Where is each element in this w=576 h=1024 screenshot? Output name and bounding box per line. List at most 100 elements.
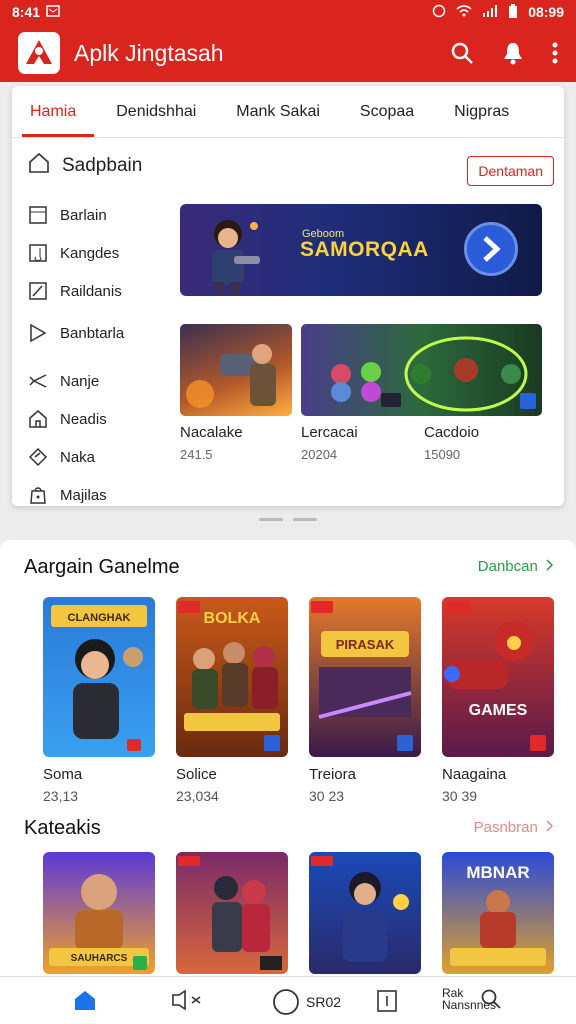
- app-title: Aplk Jingtasah: [74, 39, 224, 66]
- hero-illustration: [212, 220, 260, 296]
- game-card-1[interactable]: CLANGHAK: [43, 597, 155, 757]
- dentaman-button[interactable]: Dentaman: [467, 156, 554, 186]
- sidebar-item-raildanis[interactable]: Raildanis: [28, 272, 178, 310]
- game-art: [311, 856, 409, 962]
- banner-title: SAMORQAA: [300, 238, 429, 261]
- sidebar-item-label: Kangdes: [60, 244, 120, 262]
- status-time: 8:41: [12, 4, 41, 20]
- flag-icon: [30, 323, 47, 343]
- sidebar-item-label: Majilas: [60, 486, 107, 504]
- sidebar-item-nanje[interactable]: Nanje: [28, 362, 178, 400]
- nav-home[interactable]: [74, 989, 96, 1011]
- page-indicator-2: [293, 518, 317, 521]
- bottom-nav: SR02 Rak Nansnnes: [0, 976, 576, 1024]
- sidebar-item-barlain[interactable]: Barlain: [28, 196, 178, 234]
- bag-icon: [30, 487, 46, 504]
- game-name-2: Solice: [176, 766, 217, 783]
- app-bar: Aplk Jingtasah: [0, 24, 576, 82]
- game-art: SAUHARCS: [49, 874, 149, 970]
- arrow-icon: [29, 374, 47, 388]
- status-clock: 08:99: [528, 4, 564, 20]
- page-indicator-1: [259, 518, 283, 521]
- sidebar-item-majilas[interactable]: Majilas: [28, 476, 178, 506]
- section-link-1[interactable]: Danbcan: [478, 558, 554, 575]
- game-art: BOLKA: [178, 601, 280, 751]
- nav-share[interactable]: [170, 989, 206, 1011]
- game-card-2[interactable]: BOLKA: [176, 597, 288, 757]
- tab-denidshhai[interactable]: Denidshhai: [106, 86, 206, 137]
- game-card-6[interactable]: [176, 852, 288, 974]
- sidebar-item-naka[interactable]: Naka: [28, 438, 178, 476]
- book-icon: [377, 990, 397, 1012]
- game-card-5[interactable]: SAUHARCS: [43, 852, 155, 974]
- search-icon: [481, 989, 501, 1009]
- sidebar-item-label: Neadis: [60, 410, 107, 428]
- sidebar-item-banbtarla[interactable]: Banbtarla: [28, 314, 178, 352]
- nav-library[interactable]: [376, 989, 398, 1013]
- tab-nigpras[interactable]: Nigpras: [444, 86, 519, 137]
- sidebar-item-label: Barlain: [60, 206, 107, 224]
- featured-name-2: Lercacai: [301, 424, 358, 441]
- promo-banner[interactable]: Geboom SAMORQAA: [180, 204, 542, 296]
- section-link-label: Danbcan: [477, 558, 538, 575]
- games-section: Aargain Ganelme Danbcan CLANGHAK BOLKA P…: [0, 540, 576, 980]
- game-art: [186, 344, 276, 408]
- section-title-1: Aargain Ganelme: [24, 556, 180, 578]
- nav-play-label: SR02: [306, 994, 342, 1010]
- game-count-1: 23,13: [43, 788, 79, 804]
- game-card-7[interactable]: [309, 852, 421, 974]
- game-count-4: 30 39: [442, 788, 478, 804]
- banner-next-button[interactable]: [464, 222, 518, 276]
- game-art: GAMES: [444, 601, 546, 751]
- share-icon: [172, 989, 201, 1011]
- nav-search[interactable]: Rak Nansnnes: [442, 987, 502, 1011]
- featured-thumb-2[interactable]: [301, 324, 542, 416]
- tab-hamia[interactable]: Hamia: [20, 86, 95, 137]
- section-title-2: Kateakis: [24, 817, 101, 839]
- status-bar: 8:41 08:99: [0, 0, 576, 24]
- battery-icon: [508, 3, 518, 21]
- featured-count-2: 20204: [301, 447, 338, 462]
- sidebar-item-label: Nanje: [60, 372, 100, 390]
- tab-scopaa[interactable]: Scopaa: [350, 86, 424, 137]
- chevron-right-icon: [546, 820, 554, 832]
- signal-icon: [482, 4, 498, 20]
- home-icon: [75, 991, 95, 1010]
- game-card-3[interactable]: PIRASAK: [309, 597, 421, 757]
- nav-play[interactable]: SR02: [272, 988, 341, 1016]
- art-title: PIRASAK: [336, 637, 395, 652]
- sidebar-heading: Sadpbain: [28, 152, 142, 180]
- game-count-2: 23,034: [176, 788, 219, 804]
- sidebar-item-label: Banbtarla: [60, 324, 125, 342]
- game-card-4[interactable]: GAMES: [442, 597, 554, 757]
- game-art: MBNAR: [450, 863, 546, 966]
- house-icon: [29, 410, 47, 428]
- featured-count-1: 241.5: [180, 447, 213, 462]
- music-icon: [29, 244, 47, 262]
- game-card-8[interactable]: MBNAR: [442, 852, 554, 974]
- more-vert-icon[interactable]: [552, 42, 558, 64]
- game-name-1: Soma: [43, 766, 83, 783]
- notification-icon: [46, 4, 60, 20]
- game-name-3: Treiora: [309, 766, 356, 783]
- bell-icon[interactable]: [502, 41, 524, 65]
- chevron-right-icon: [483, 236, 501, 262]
- art-title: GAMES: [469, 702, 528, 719]
- tab-mank-sakai[interactable]: Mank Sakai: [226, 86, 330, 137]
- art-title: CLANGHAK: [68, 612, 131, 624]
- art-title: SAUHARCS: [71, 953, 128, 964]
- app-logo: [18, 32, 60, 74]
- section-link-label: Pasnbran: [473, 819, 538, 836]
- art-title: BOLKA: [204, 610, 261, 627]
- section-link-2[interactable]: Pasnbran: [474, 819, 554, 836]
- pen-icon: [29, 282, 47, 300]
- game-art: CLANGHAK: [51, 605, 147, 751]
- sidebar-item-kangdes[interactable]: Kangdes: [28, 234, 178, 272]
- sidebar-item-neadis[interactable]: Neadis: [28, 400, 178, 438]
- game-art: PIRASAK: [311, 601, 413, 751]
- featured-count-3: 15090: [424, 447, 461, 462]
- sidebar-item-label: Raildanis: [60, 282, 122, 300]
- top-card: Hamia Denidshhai Mank Sakai Scopaa Nigpr…: [12, 86, 564, 506]
- search-icon[interactable]: [450, 41, 474, 65]
- featured-thumb-1[interactable]: [180, 324, 292, 416]
